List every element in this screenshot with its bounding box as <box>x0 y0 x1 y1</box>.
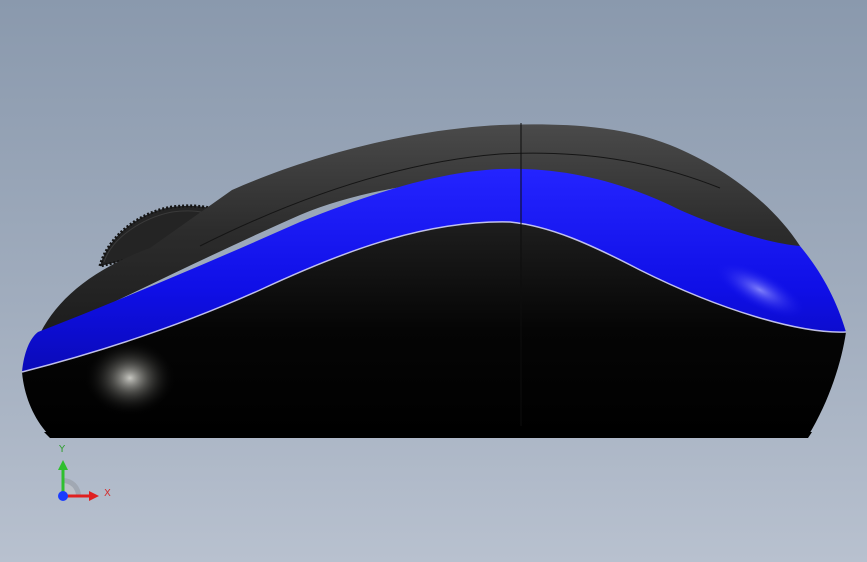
mouse-model[interactable] <box>0 0 867 562</box>
3d-viewport[interactable]: Y X <box>0 0 867 562</box>
base-plate <box>44 432 812 438</box>
y-axis-label: Y <box>59 444 66 455</box>
x-axis-arrowhead <box>89 491 99 501</box>
y-axis-arrowhead <box>58 460 68 470</box>
z-axis-dot <box>58 491 68 501</box>
x-axis-label: X <box>104 488 111 499</box>
